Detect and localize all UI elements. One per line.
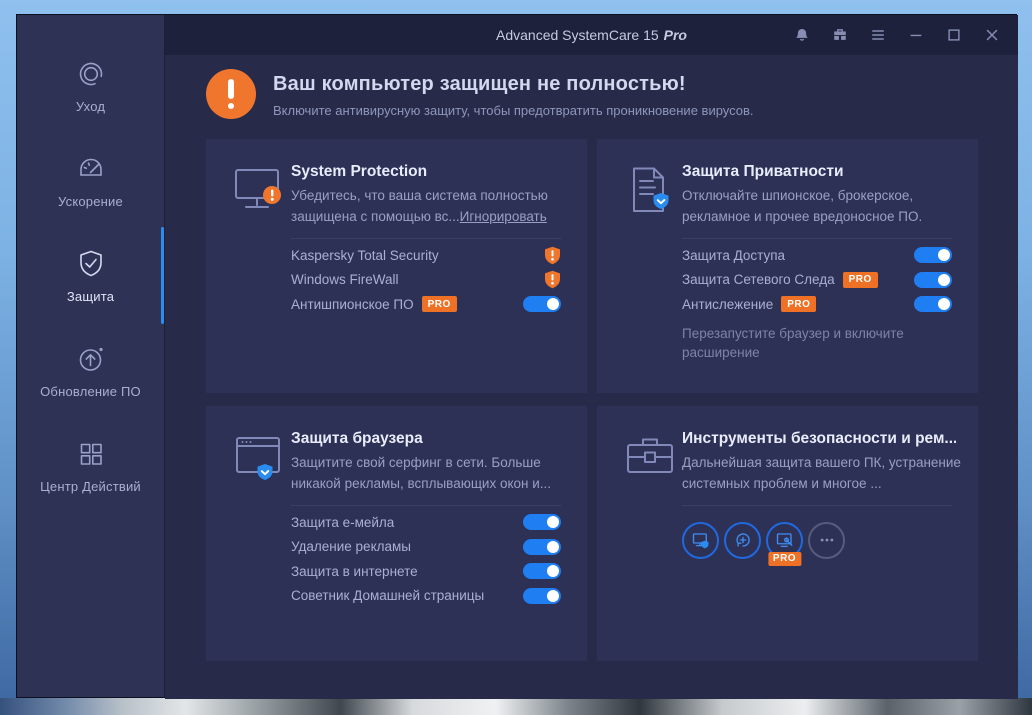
action-center-icon xyxy=(76,439,106,469)
toolbox-menu-icon[interactable] xyxy=(831,27,848,44)
pc-security-tool-icon[interactable] xyxy=(682,521,719,559)
hamburger-menu-icon[interactable] xyxy=(869,27,886,44)
main-content: Ваш компьютер защищен не полностью! Вклю… xyxy=(165,55,1018,699)
divider xyxy=(682,237,952,239)
toggle-ad-removal[interactable] xyxy=(523,538,561,555)
card-description: Дальнейшая защита вашего ПК, устранение … xyxy=(682,455,961,491)
protection-row: Kaspersky Total Security xyxy=(291,243,561,268)
protection-row: Защита Доступа xyxy=(682,243,952,268)
sidebar-item-label: Защита xyxy=(66,289,115,304)
care-icon xyxy=(76,59,106,89)
card-title: System Protection xyxy=(291,163,428,180)
more-tools-icon[interactable] xyxy=(808,521,845,559)
sidebar-item-label: Уход xyxy=(75,99,106,114)
toggle-antispyware[interactable] xyxy=(523,296,561,313)
software-update-icon xyxy=(76,344,106,374)
toolbox-card-icon xyxy=(624,428,682,495)
sidebar-item-speedup[interactable]: Ускорение xyxy=(17,154,164,209)
browser-shield-icon xyxy=(233,428,291,495)
sidebar-item-protect[interactable]: Защита xyxy=(17,227,164,324)
protection-row: Антишпионское ПО PRO xyxy=(291,292,561,317)
tools-row: PRO xyxy=(682,521,956,566)
card-privacy-protection: Защита Приватности Отключайте шпионское,… xyxy=(597,139,978,393)
protection-row: Удаление рекламы xyxy=(291,534,561,559)
maximize-icon[interactable] xyxy=(945,27,962,44)
protection-row: Защита в интернете xyxy=(291,559,561,584)
security-alert-header: Ваш компьютер защищен не полностью! Вклю… xyxy=(206,69,754,119)
speedup-icon xyxy=(76,154,106,184)
close-icon[interactable] xyxy=(983,27,1000,44)
protection-row: Защита Сетевого Следа PRO xyxy=(682,267,952,292)
restart-browser-note: Перезапустите браузер и включите расшире… xyxy=(682,326,904,360)
sidebar-item-label: Обновление ПО xyxy=(40,384,141,399)
window-title: Advanced SystemCare 15 Pro xyxy=(496,27,687,43)
repair-tool-icon[interactable]: PRO xyxy=(766,521,803,566)
card-system-protection: System Protection Убедитесь, что ваша си… xyxy=(206,139,587,393)
card-title: Защита Приватности xyxy=(682,163,844,180)
pro-badge: PRO xyxy=(421,296,457,313)
sidebar-item-label: Центр Действий xyxy=(40,479,141,494)
ignore-link[interactable]: Игнорировать xyxy=(460,209,547,224)
warning-exclamation-icon xyxy=(206,69,256,119)
document-shield-icon xyxy=(624,161,682,228)
shield-check-icon xyxy=(75,249,107,279)
notifications-bell-icon[interactable] xyxy=(793,27,810,44)
app-window: Уход Ускорение Защита Обновление ПО Цент… xyxy=(16,14,1018,699)
pro-badge: PRO xyxy=(781,296,817,313)
divider xyxy=(291,237,561,239)
toggle-digital-fingerprint[interactable] xyxy=(914,271,952,288)
desktop-taskbar-strip xyxy=(0,698,1032,715)
card-description: Убедитесь, что ваша система полностью за… xyxy=(291,188,548,224)
warning-shield-icon xyxy=(544,270,561,289)
card-browser-protection: Защита браузера Защитите свой серфинг в … xyxy=(206,406,587,661)
restore-tool-icon[interactable] xyxy=(724,521,761,559)
divider xyxy=(291,504,561,506)
pro-badge: PRO xyxy=(842,271,878,288)
window-title-pro: Pro xyxy=(663,27,687,43)
alert-title: Ваш компьютер защищен не полностью! xyxy=(273,73,686,95)
sidebar-item-care[interactable]: Уход xyxy=(17,59,164,114)
card-title: Инструменты безопасности и рем... xyxy=(682,430,956,447)
titlebar: Advanced SystemCare 15 Pro xyxy=(165,15,1018,55)
minimize-icon[interactable] xyxy=(907,27,924,44)
protection-row: Антислежение PRO xyxy=(682,292,952,317)
monitor-warning-icon xyxy=(233,161,291,228)
toggle-email-protection[interactable] xyxy=(523,514,561,531)
protection-row: Защита e-мейла xyxy=(291,510,561,535)
toggle-anti-tracking[interactable] xyxy=(914,296,952,313)
toggle-internet-protection[interactable] xyxy=(523,563,561,580)
sidebar: Уход Ускорение Защита Обновление ПО Цент… xyxy=(17,15,165,697)
protection-row: Windows FireWall xyxy=(291,267,561,292)
warning-shield-icon xyxy=(544,246,561,265)
toggle-homepage-advisor[interactable] xyxy=(523,587,561,604)
protection-row: Советник Домашней страницы xyxy=(291,583,561,608)
alert-subtitle: Включите антивирусную защиту, чтобы пред… xyxy=(273,103,754,118)
sidebar-item-label: Ускорение xyxy=(58,194,123,209)
card-security-tools: Инструменты безопасности и рем... Дальне… xyxy=(597,406,978,661)
divider xyxy=(682,504,952,506)
toggle-surfing-protection[interactable] xyxy=(914,247,952,264)
sidebar-item-action-center[interactable]: Центр Действий xyxy=(17,439,164,494)
cards-grid: System Protection Убедитесь, что ваша си… xyxy=(206,139,978,661)
card-description: Защитите свой серфинг в сети. Больше ник… xyxy=(291,455,552,491)
card-description: Отключайте шпионское, брокерское, реклам… xyxy=(682,188,923,224)
pro-badge: PRO xyxy=(767,551,802,566)
card-title: Защита браузера xyxy=(291,430,423,447)
sidebar-item-software-update[interactable]: Обновление ПО xyxy=(17,344,164,399)
